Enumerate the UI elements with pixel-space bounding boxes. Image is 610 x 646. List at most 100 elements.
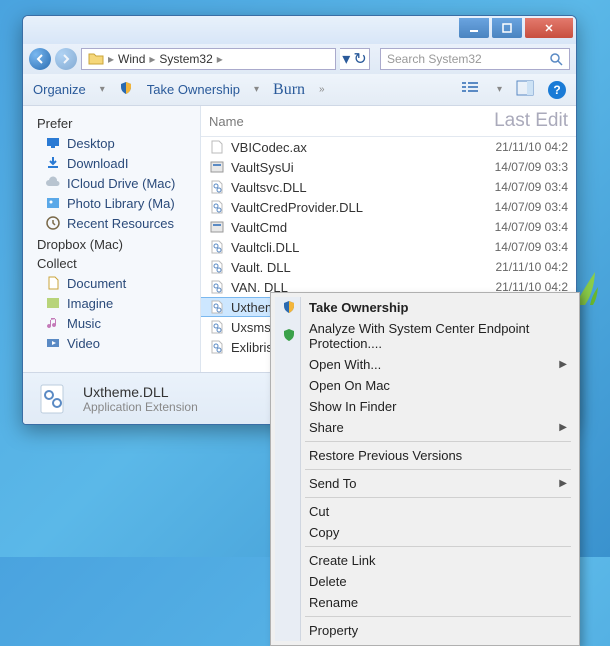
file-row[interactable]: VaultSysUi14/07/09 03:3 [201, 157, 576, 177]
file-row[interactable]: VaultCmd 14/07/09 03:4 [201, 217, 576, 237]
search-placeholder: Search System32 [387, 52, 482, 66]
submenu-arrow-icon: ▶ [559, 422, 567, 433]
path-segment[interactable]: Wind [118, 52, 145, 66]
preview-pane-icon[interactable] [516, 80, 534, 99]
details-filetype: Application Extension [83, 400, 198, 414]
sidebar-item-desktop[interactable]: Desktop [31, 133, 192, 153]
context-showinfinder[interactable]: Show In Finder [275, 396, 575, 417]
breadcrumb[interactable]: ▸ Wind ▸ System32 ▸ [81, 48, 336, 70]
submenu-arrow-icon: ▶ [559, 478, 567, 489]
close-button[interactable] [525, 18, 573, 38]
column-date[interactable]: Last Edit [494, 110, 568, 132]
context-sendto[interactable]: Send To▶ [275, 473, 575, 494]
recent-icon [45, 215, 61, 231]
context-cut[interactable]: Cut [275, 501, 575, 522]
sidebar-item-music[interactable]: Music [31, 313, 192, 333]
column-name[interactable]: Name [209, 114, 244, 129]
sys-icon [209, 159, 225, 175]
sidebar-item-iclouddrivemac[interactable]: ICloud Drive (Mac) [31, 173, 192, 193]
search-input[interactable]: Search System32 [380, 48, 570, 70]
file-row[interactable]: VaultCredProvider.DLL 14/07/09 03:4 [201, 197, 576, 217]
dll-icon [209, 299, 225, 315]
dll-icon [209, 339, 225, 355]
sidebar-item-downloadi[interactable]: DownloadI [31, 153, 192, 173]
sidebar-item-video[interactable]: Video [31, 333, 192, 353]
details-filename: Uxtheme.DLL [83, 384, 198, 400]
file-row[interactable]: Vaultsvc.DLL 14/07/09 03:4 [201, 177, 576, 197]
shield-icon [281, 300, 297, 316]
chevron-icon: ▸ [149, 52, 155, 66]
shield-green-icon [281, 328, 297, 344]
file-date: 14/07/09 03:4 [495, 180, 568, 194]
context-share[interactable]: Share▶ [275, 417, 575, 438]
context-property[interactable]: Property [275, 620, 575, 641]
file-icon [209, 139, 225, 155]
dll-icon [209, 239, 225, 255]
file-name: VBICodec.ax [231, 140, 307, 155]
dll-icon [209, 279, 225, 295]
file-name: VaultCmd [231, 220, 287, 235]
cloud-icon [45, 175, 61, 191]
context-takeownership[interactable]: Take Ownership [275, 297, 575, 318]
sidebar-item-imagine[interactable]: Imagine [31, 293, 192, 313]
titlebar [23, 16, 576, 44]
separator [305, 616, 571, 617]
context-openwith[interactable]: Open With...▶ [275, 354, 575, 375]
file-name: VaultCredProvider.DLL [231, 200, 363, 215]
context-createlink[interactable]: Create Link [275, 550, 575, 571]
sidebar-item-recentresources[interactable]: Recent Resources [31, 213, 192, 233]
path-dropdown[interactable]: ▾↻ [340, 48, 370, 70]
context-analyzewithsystemcen[interactable]: Analyze With System Center Endpoint Prot… [275, 318, 575, 354]
context-restorepreviousversi[interactable]: Restore Previous Versions [275, 445, 575, 466]
file-date: 21/11/10 04:2 [495, 260, 568, 274]
file-row[interactable]: Vaultcli.DLL14/07/09 03:4 [201, 237, 576, 257]
image-icon [45, 295, 61, 311]
submenu-arrow-icon: ▶ [559, 359, 567, 370]
take-ownership-button[interactable]: Take Ownership [147, 82, 240, 97]
dll-icon [35, 381, 71, 417]
file-row[interactable]: VBICodec.ax 21/11/10 04:2 [201, 137, 576, 157]
dll-icon [209, 199, 225, 215]
music-icon [45, 315, 61, 331]
dll-icon [209, 259, 225, 275]
chevron-icon: ▸ [108, 52, 114, 66]
document-icon [45, 275, 61, 291]
context-rename[interactable]: Rename [275, 592, 575, 613]
chevron-icon: ▸ [217, 52, 223, 66]
dll-icon [209, 319, 225, 335]
file-date: 21/11/10 04:2 [495, 140, 568, 154]
sidebar-group-dropboxmac[interactable]: Dropbox (Mac) [31, 237, 192, 252]
video-icon [45, 335, 61, 351]
separator [305, 469, 571, 470]
download-icon [45, 155, 61, 171]
file-date: 14/07/09 03:3 [495, 160, 568, 174]
shield-icon [119, 81, 133, 98]
file-row[interactable]: Vault. DLL21/11/10 04:2 [201, 257, 576, 277]
context-copy[interactable]: Copy [275, 522, 575, 543]
file-date: 14/07/09 03:4 [495, 200, 568, 214]
organize-menu[interactable]: Organize [33, 82, 86, 97]
sidebar-group-prefer[interactable]: Prefer [31, 116, 192, 131]
sidebar-item-document[interactable]: Document [31, 273, 192, 293]
context-delete[interactable]: Delete [275, 571, 575, 592]
separator [305, 546, 571, 547]
maximize-button[interactable] [492, 18, 522, 38]
sidebar-group-collect[interactable]: Collect [31, 256, 192, 271]
context-menu: Take OwnershipAnalyze With System Center… [270, 292, 580, 646]
file-date: 14/07/09 03:4 [495, 220, 568, 234]
context-openonmac[interactable]: Open On Mac [275, 375, 575, 396]
file-name: Vaultcli.DLL [231, 240, 299, 255]
file-name: Vaultsvc.DLL [231, 180, 307, 195]
search-icon [549, 52, 563, 66]
toolbar: Organize▾ Take Ownership▾ Burn » ▾ ? [23, 74, 576, 106]
separator [305, 441, 571, 442]
help-icon[interactable]: ? [548, 81, 566, 99]
separator [305, 497, 571, 498]
minimize-button[interactable] [459, 18, 489, 38]
sidebar-item-photolibraryma[interactable]: Photo Library (Ma) [31, 193, 192, 213]
view-options-icon[interactable] [461, 80, 483, 99]
path-segment[interactable]: System32 [159, 52, 212, 66]
burn-button[interactable]: Burn [273, 81, 305, 99]
back-button[interactable] [29, 48, 51, 70]
forward-button[interactable] [55, 48, 77, 70]
